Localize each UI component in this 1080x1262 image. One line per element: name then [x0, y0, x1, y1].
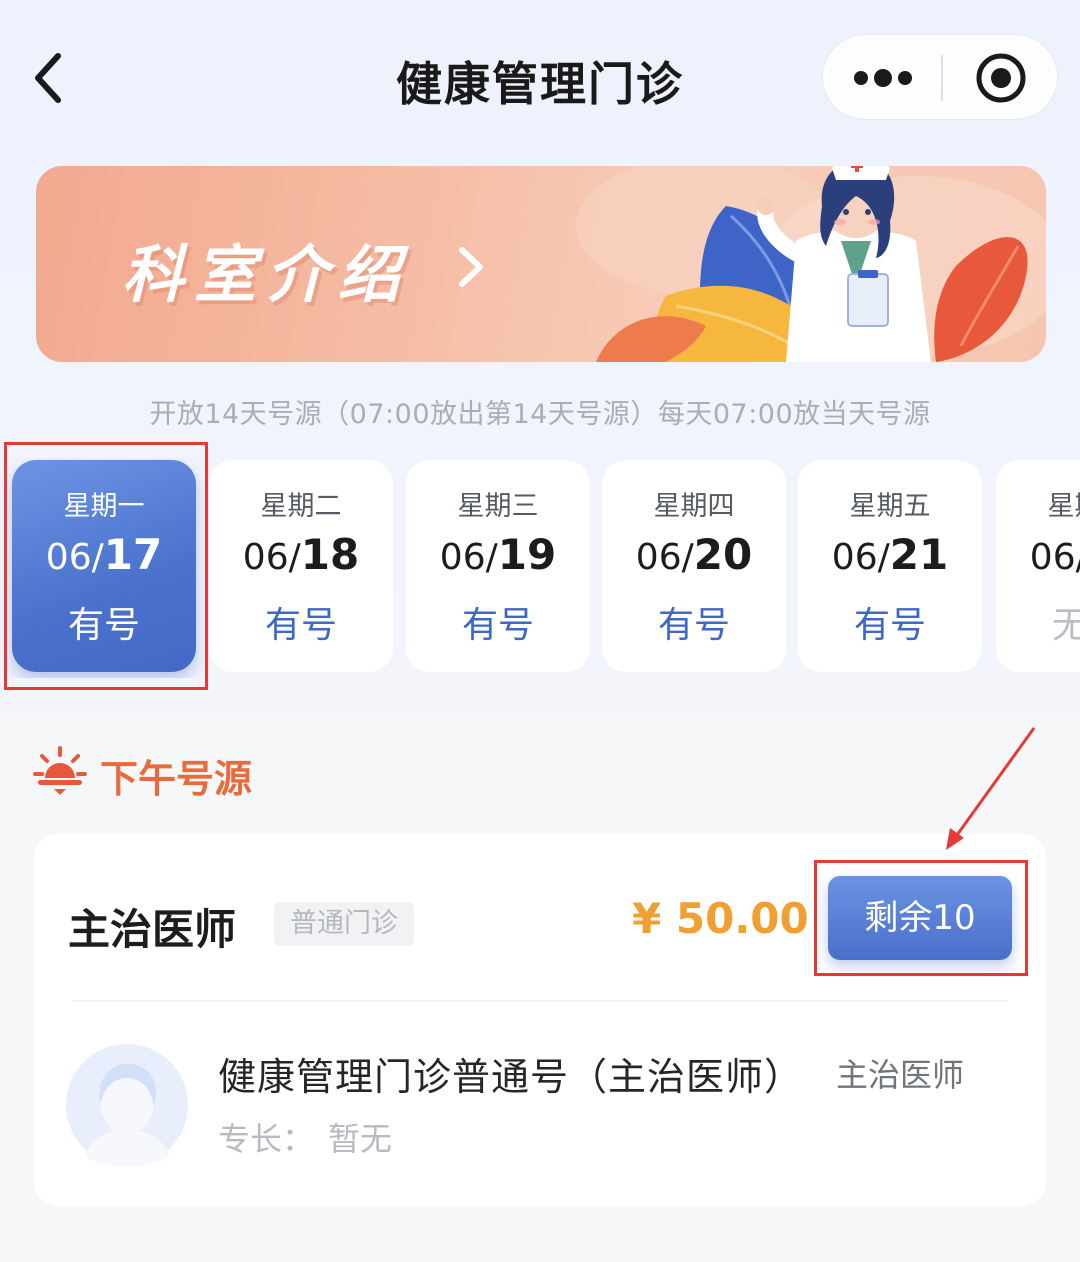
- date-tab-0621[interactable]: 星期五 06/21 有号: [798, 460, 982, 672]
- date-tab-status: 无号: [1051, 605, 1080, 646]
- date-tab-month: 06/: [439, 537, 498, 578]
- date-tab-0622[interactable]: 星期六 06/22 无号: [996, 460, 1080, 672]
- date-tab-weekday: 星期二: [260, 491, 342, 522]
- date-tab-date: 06/19: [406, 530, 590, 579]
- date-tab-month: 06/: [45, 537, 104, 578]
- date-tab-status: 有号: [67, 605, 140, 646]
- date-tab-0617[interactable]: 星期一 06/17 有号: [12, 460, 196, 672]
- date-tab-0619[interactable]: 星期三 06/19 有号: [406, 460, 590, 672]
- date-tab-status: 有号: [657, 605, 730, 646]
- date-tab-weekday: 星期六: [1047, 491, 1080, 522]
- afternoon-section-title: 下午号源: [100, 757, 253, 801]
- card-divider: [72, 1000, 1008, 1002]
- banner-title: 科室介绍: [122, 238, 411, 311]
- date-tab-status: 有号: [461, 605, 534, 646]
- remaining-slots-button[interactable]: 剩余10: [828, 876, 1012, 960]
- mini-program-capsule: [822, 34, 1058, 120]
- date-tab-weekday: 星期一: [63, 491, 145, 522]
- date-tab-month: 06/: [1029, 537, 1080, 578]
- department-intro-banner[interactable]: 科室介绍: [36, 166, 1046, 362]
- date-tab-day: 17: [103, 530, 163, 579]
- nurse-illustration: [576, 166, 1046, 362]
- date-tab-date: 06/17: [12, 530, 196, 579]
- chevron-right-icon: [459, 247, 483, 287]
- date-tab-date: 06/18: [209, 530, 393, 579]
- date-tab-status: 有号: [853, 605, 926, 646]
- date-tab-0618[interactable]: 星期二 06/18 有号: [209, 460, 393, 672]
- date-tab-date: 06/22: [996, 530, 1080, 579]
- doctor-avatar: [66, 1044, 188, 1166]
- date-tab-month: 06/: [831, 537, 890, 578]
- date-tab-weekday: 星期四: [653, 491, 735, 522]
- doctor-rank: 主治医师: [836, 1056, 965, 1094]
- doctor-name: 健康管理门诊普通号（主治医师）: [218, 1055, 804, 1099]
- date-tab-date: 06/21: [798, 530, 982, 579]
- date-tabs: 星期一 06/17 有号 星期二 06/18 有号 星期三 06/19 有号 星…: [0, 458, 1080, 678]
- more-button[interactable]: [843, 35, 939, 121]
- target-close-icon: [976, 53, 1026, 103]
- doctor-slot-card: 主治医师 普通门诊 ¥ 50.00 剩余10 健康管理门诊普通号（主治医师） 主…: [34, 834, 1046, 1206]
- clinic-type-tag: 普通门诊: [274, 902, 414, 946]
- sunset-icon: [33, 746, 87, 795]
- date-tab-month: 06/: [635, 537, 694, 578]
- doctor-level-title: 主治医师: [68, 905, 237, 954]
- date-tab-weekday: 星期五: [849, 491, 931, 522]
- date-tab-day: 18: [300, 530, 360, 579]
- price-label: ¥ 50.00: [632, 894, 809, 943]
- date-tab-day: 19: [497, 530, 557, 579]
- date-tab-day: 20: [693, 530, 753, 579]
- booking-notice: 开放14天号源（07:00放出第14天号源）每天07:00放当天号源: [149, 399, 931, 430]
- specialty-label: 专长：: [218, 1120, 315, 1158]
- specialty-value: 暂无: [328, 1120, 393, 1158]
- date-tab-month: 06/: [242, 537, 301, 578]
- more-dots-icon: [854, 69, 912, 87]
- date-tab-day: 21: [889, 530, 949, 579]
- date-tab-weekday: 星期三: [457, 491, 539, 522]
- date-tab-status: 有号: [264, 605, 337, 646]
- date-tab-date: 06/20: [602, 530, 786, 579]
- close-button[interactable]: [963, 35, 1043, 121]
- date-tab-0620[interactable]: 星期四 06/20 有号: [602, 460, 786, 672]
- doctor-specialty: 专长： 暂无: [218, 1114, 392, 1160]
- capsule-divider: [941, 55, 943, 101]
